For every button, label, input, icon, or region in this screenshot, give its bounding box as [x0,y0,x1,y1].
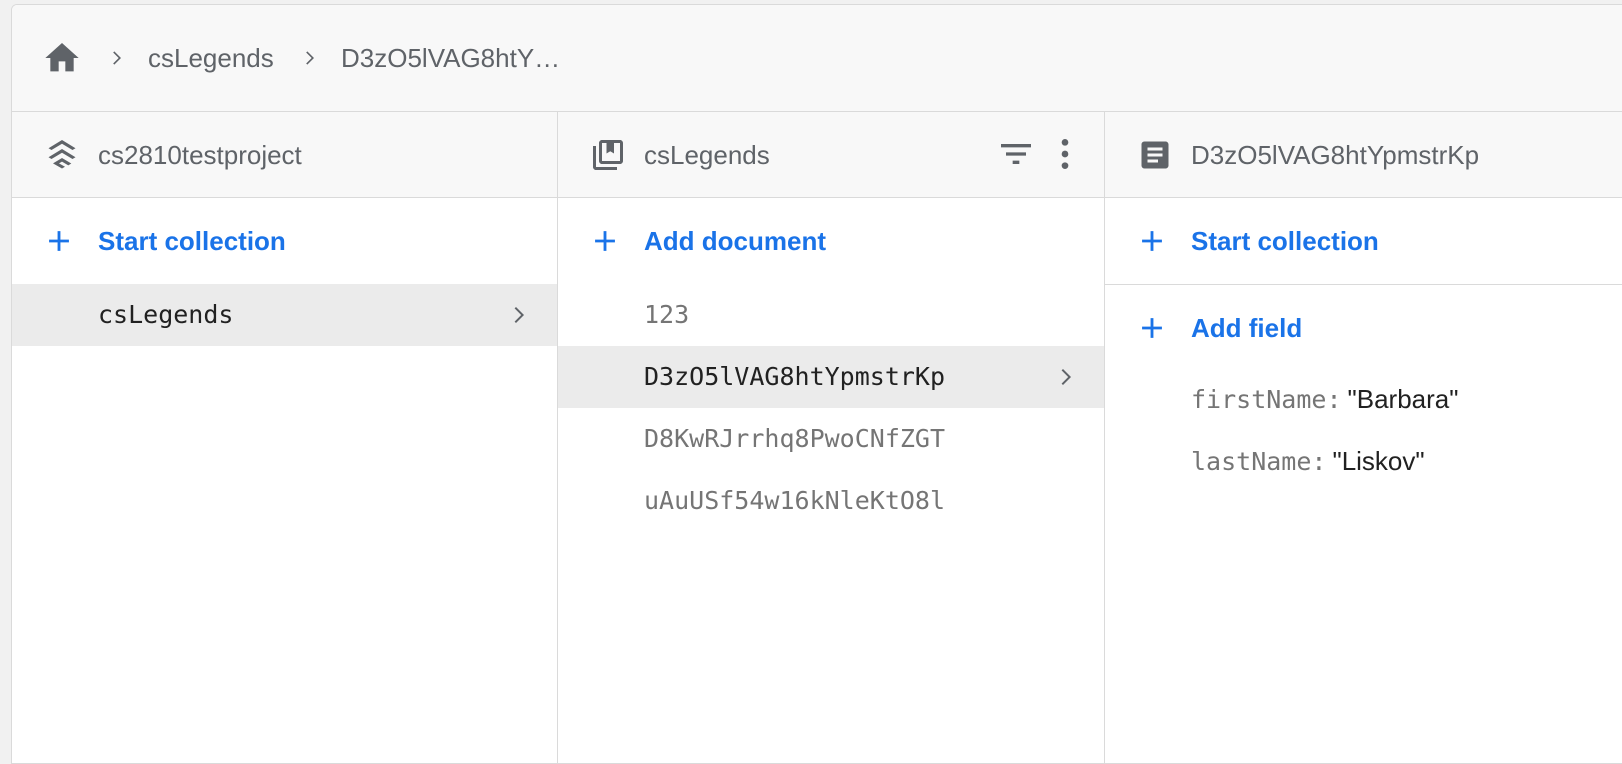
document-item[interactable]: 123 [558,284,1104,346]
chevron-right-icon [514,307,524,323]
project-column-header: cs2810testproject [12,112,557,198]
field-row[interactable]: lastName: "Liskov" [1191,446,1425,486]
start-collection-button[interactable]: Start collection [12,198,557,284]
collection-column-header: csLegends [558,112,1104,198]
document-item[interactable]: D3zO5lVAG8htYpmstrKp [558,346,1104,408]
field-value: "Liskov" [1332,446,1425,476]
project-title: cs2810testproject [98,140,302,170]
chevron-right-icon [1061,369,1071,385]
collection-item[interactable]: csLegends [12,284,557,346]
plus-icon [1142,231,1162,251]
add-document-label: Add document [644,226,826,256]
breadcrumb-item-document[interactable]: D3zO5lVAG8htY… [341,41,560,75]
document-column: D3zO5lVAG8htYpmstrKp Start collection Ad… [1105,112,1622,763]
field-key: firstName: [1191,385,1342,414]
breadcrumb: csLegends D3zO5lVAG8htY… [12,5,1622,112]
document-title: D3zO5lVAG8htYpmstrKp [1191,140,1480,170]
collection-icon [593,140,623,170]
document-item-label: D8KwRJrrhq8PwoCNfZGT [644,424,946,453]
chevron-right-icon [306,51,314,65]
firestore-data-panel: csLegends D3zO5lVAG8htY… cs2810testproje… [11,4,1622,764]
project-column: cs2810testproject Start collection csLeg… [12,112,558,763]
collection-column: csLegends Add document 123 D3zO5lVAG8htY… [558,112,1105,763]
add-field-button[interactable]: Add field [1105,285,1622,371]
home-icon[interactable] [42,38,82,78]
start-collection-label: Start collection [1191,226,1379,256]
add-field-label: Add field [1191,313,1303,343]
field-row[interactable]: firstName: "Barbara" [1191,384,1458,424]
more-vert-icon[interactable] [1045,134,1085,174]
start-collection-button[interactable]: Start collection [1105,198,1622,284]
plus-icon [1142,318,1162,338]
filter-icon[interactable] [996,134,1036,174]
chevron-right-icon [113,51,121,65]
document-item-label: 123 [644,300,690,329]
document-item-label: D3zO5lVAG8htYpmstrKp [644,362,946,391]
document-item[interactable]: uAuUSf54w16kNleKtO8l [558,470,1104,532]
start-collection-label: Start collection [98,226,286,256]
document-icon [1141,141,1169,169]
plus-icon [595,231,615,251]
collection-item-label: csLegends [98,300,234,329]
stack-icon [48,140,76,169]
add-document-button[interactable]: Add document [558,198,1104,284]
field-value: "Barbara" [1347,384,1459,414]
collection-title: csLegends [644,140,770,170]
breadcrumb-item-collection[interactable]: csLegends [148,41,274,75]
document-item[interactable]: D8KwRJrrhq8PwoCNfZGT [558,408,1104,470]
document-item-label: uAuUSf54w16kNleKtO8l [644,486,946,515]
document-column-header: D3zO5lVAG8htYpmstrKp [1105,112,1622,198]
plus-icon [49,231,69,251]
field-key: lastName: [1191,447,1327,476]
